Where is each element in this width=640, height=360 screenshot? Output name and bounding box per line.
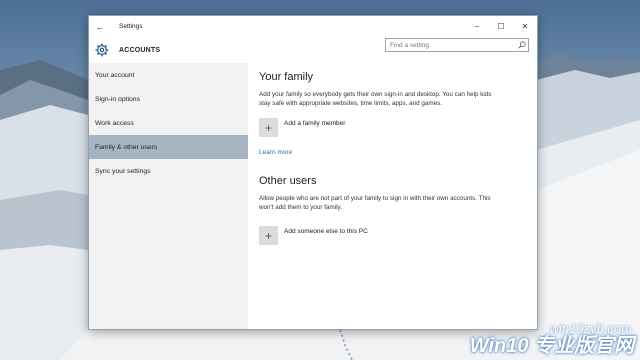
plus-icon: + — [259, 118, 278, 137]
learn-more-link[interactable]: Learn more — [259, 149, 292, 156]
window-title: Settings — [119, 23, 143, 30]
sidebar-item-your-account[interactable]: Your account — [89, 63, 248, 87]
sidebar-item-work-access[interactable]: Work access — [89, 111, 248, 135]
plus-icon: + — [259, 226, 278, 245]
sidebar-item-sign-in-options[interactable]: Sign-in options — [89, 87, 248, 111]
minimize-button[interactable]: – — [465, 16, 489, 37]
other-users-heading: Other users — [259, 175, 317, 187]
back-button[interactable]: ← — [89, 16, 111, 37]
sidebar-item-sync-settings[interactable]: Sync your settings — [89, 159, 248, 183]
add-someone-else-button[interactable]: + Add someone else to this PC — [259, 226, 537, 245]
add-family-member-button[interactable]: + Add a family member — [259, 118, 537, 137]
page-header: ACCOUNTS — [89, 37, 537, 63]
family-description: Add your family so everybody gets their … — [259, 91, 492, 107]
close-button[interactable]: ✕ — [513, 16, 537, 37]
gear-icon — [95, 43, 109, 57]
sidebar: Your account Sign-in options Work access… — [89, 63, 248, 329]
maximize-button[interactable]: ☐ — [489, 16, 513, 37]
page-title: ACCOUNTS — [119, 46, 161, 54]
main-content: Your family Add your family so everybody… — [248, 63, 537, 329]
add-family-member-label: Add a family member — [284, 120, 346, 127]
family-heading: Your family — [259, 71, 314, 83]
title-bar: ← Settings – ☐ ✕ — [89, 16, 537, 37]
search-box[interactable] — [385, 38, 529, 52]
add-someone-else-label: Add someone else to this PC — [284, 228, 368, 235]
watermark-brand: Win10 专业版官网 — [469, 335, 634, 357]
sidebar-item-family-other-users[interactable]: Family & other users — [89, 135, 248, 159]
settings-window: ← Settings – ☐ ✕ ACCOUNTS Find a setting… — [88, 15, 538, 330]
search-icon[interactable] — [516, 39, 528, 51]
search-input[interactable] — [386, 39, 516, 51]
other-users-description: Allow people who are not part of your fa… — [259, 195, 491, 211]
